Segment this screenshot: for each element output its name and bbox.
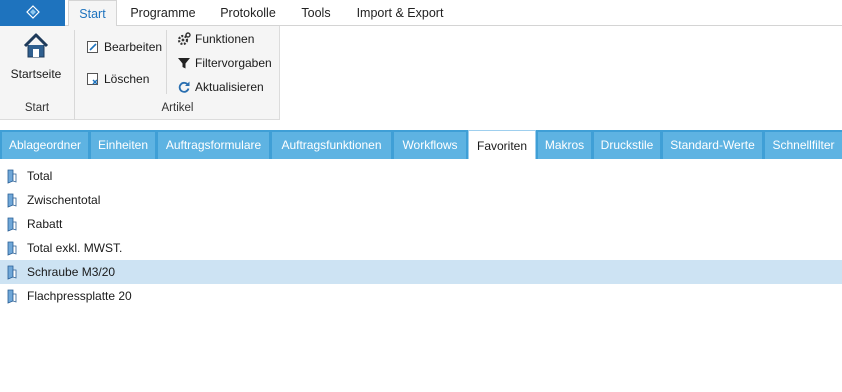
app-menu-button[interactable] xyxy=(0,0,65,26)
menu-tab-import-export[interactable]: Import & Export xyxy=(346,0,454,26)
refresh-icon xyxy=(176,79,192,95)
article-tag-icon xyxy=(6,216,20,232)
menu-tab-programme[interactable]: Programme xyxy=(122,0,204,26)
list-item[interactable]: Total xyxy=(0,164,842,188)
list-item-label: Total xyxy=(27,169,53,183)
article-tag-icon xyxy=(6,240,20,256)
list-item-label: Flachpressplatte 20 xyxy=(27,289,132,303)
tab-strip: Ablageordner Einheiten Auftragsformulare… xyxy=(0,130,842,159)
menu-bar: Start Programme Protokolle Tools Import … xyxy=(0,0,842,27)
aktualisieren-button[interactable]: Aktualisieren xyxy=(176,77,264,97)
list-item[interactable]: Rabatt xyxy=(0,212,842,236)
bearbeiten-label: Bearbeiten xyxy=(104,40,163,54)
loeschen-button[interactable]: Löschen xyxy=(85,69,149,89)
menu-tab-tools[interactable]: Tools xyxy=(294,0,338,26)
menu-tab-protokolle[interactable]: Protokolle xyxy=(208,0,288,26)
tab-einheiten[interactable]: Einheiten xyxy=(91,132,155,159)
list-item-label: Total exkl. MWST. xyxy=(27,241,123,255)
app-logo-icon xyxy=(25,4,40,22)
article-tag-icon xyxy=(6,192,20,208)
startseite-label: Startseite xyxy=(10,67,62,81)
favorites-list: Total Zwischentotal Rabatt Total exkl. M… xyxy=(0,164,842,308)
list-item-label: Zwischentotal xyxy=(27,193,101,207)
tab-auftragsformulare[interactable]: Auftragsformulare xyxy=(158,132,269,159)
article-tag-icon xyxy=(6,288,20,304)
loeschen-label: Löschen xyxy=(104,72,150,86)
ribbon: Startseite Start Bearbeiten Löschen Funk… xyxy=(0,26,842,122)
tab-standard-werte[interactable]: Standard-Werte xyxy=(663,132,762,159)
startseite-button[interactable]: Startseite xyxy=(6,32,66,90)
home-icon xyxy=(22,32,50,63)
aktualisieren-label: Aktualisieren xyxy=(195,80,264,94)
list-item[interactable]: Flachpressplatte 20 xyxy=(0,284,842,308)
list-item[interactable]: Total exkl. MWST. xyxy=(0,236,842,260)
inner-divider xyxy=(166,30,167,94)
list-item-label: Schraube M3/20 xyxy=(27,265,116,279)
tab-favoriten[interactable]: Favoriten xyxy=(468,130,536,159)
tab-ablageordner[interactable]: Ablageordner xyxy=(2,132,88,159)
group-label-artikel: Artikel xyxy=(161,102,194,114)
group-label-start: Start xyxy=(24,102,50,114)
tab-makros[interactable]: Makros xyxy=(538,132,591,159)
gear-icon xyxy=(176,31,192,47)
delete-icon xyxy=(85,71,101,87)
filtervorgaben-button[interactable]: Filtervorgaben xyxy=(176,53,272,73)
list-item-label: Rabatt xyxy=(27,217,63,231)
bearbeiten-button[interactable]: Bearbeiten xyxy=(85,37,162,57)
list-item[interactable]: Zwischentotal xyxy=(0,188,842,212)
filtervorgaben-label: Filtervorgaben xyxy=(195,56,272,70)
article-tag-icon xyxy=(6,168,20,184)
tab-workflows[interactable]: Workflows xyxy=(394,132,466,159)
ribbon-panel: Startseite Start Bearbeiten Löschen Funk… xyxy=(0,26,280,120)
funktionen-label: Funktionen xyxy=(195,32,255,46)
list-item-selected[interactable]: Schraube M3/20 xyxy=(0,260,842,284)
tab-druckstile[interactable]: Druckstile xyxy=(594,132,660,159)
tab-schnellfilter[interactable]: Schnellfilter xyxy=(765,132,842,159)
funktionen-button[interactable]: Funktionen xyxy=(176,29,254,49)
edit-icon xyxy=(85,39,101,55)
article-tag-icon xyxy=(6,264,20,280)
menu-tab-start[interactable]: Start xyxy=(68,0,117,27)
filter-icon xyxy=(176,55,192,71)
tab-auftragsfunktionen[interactable]: Auftragsfunktionen xyxy=(272,132,391,159)
